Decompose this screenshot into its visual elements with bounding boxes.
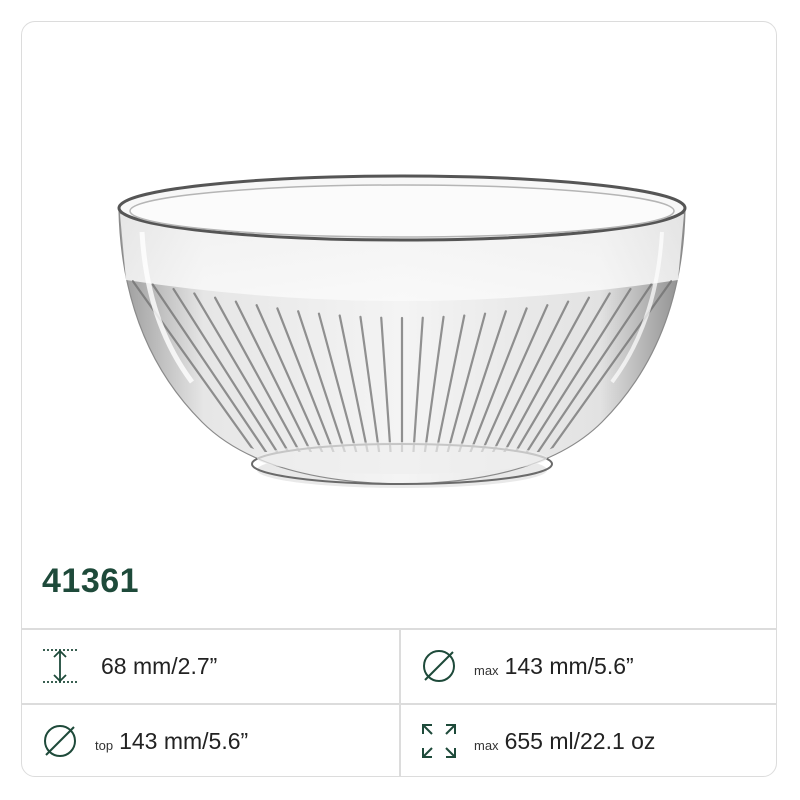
product-sku: 41361 [42,562,140,600]
spec-height: 68 mm/2.7” [40,628,217,704]
spec-value: 143 mm/5.6” [119,727,249,754]
spec-prefix: max [474,662,499,678]
spec-divider [399,628,401,776]
spec-prefix: max [474,737,499,753]
product-image [22,22,776,562]
spec-prefix: top [95,737,114,753]
diameter-icon [419,646,459,686]
capacity-expand-icon [419,721,459,761]
spec-max-diameter: max 143 mm/5.6” [419,628,634,704]
spec-value: 143 mm/5.6” [504,652,634,679]
product-card: 41361 68 mm/2.7” max 143 mm/5.6” top 143… [21,21,777,777]
diameter-icon [40,721,80,761]
spec-capacity: max 655 ml/22.1 oz [419,703,656,776]
spec-table: 68 mm/2.7” max 143 mm/5.6” top 143 mm/5.… [22,628,776,776]
height-arrows-icon [40,646,80,686]
spec-top-diameter: top 143 mm/5.6” [40,703,249,776]
spec-value: 68 mm/2.7” [101,652,218,679]
glass-bowl-illustration [117,174,687,488]
spec-value: 655 ml/22.1 oz [504,727,656,754]
